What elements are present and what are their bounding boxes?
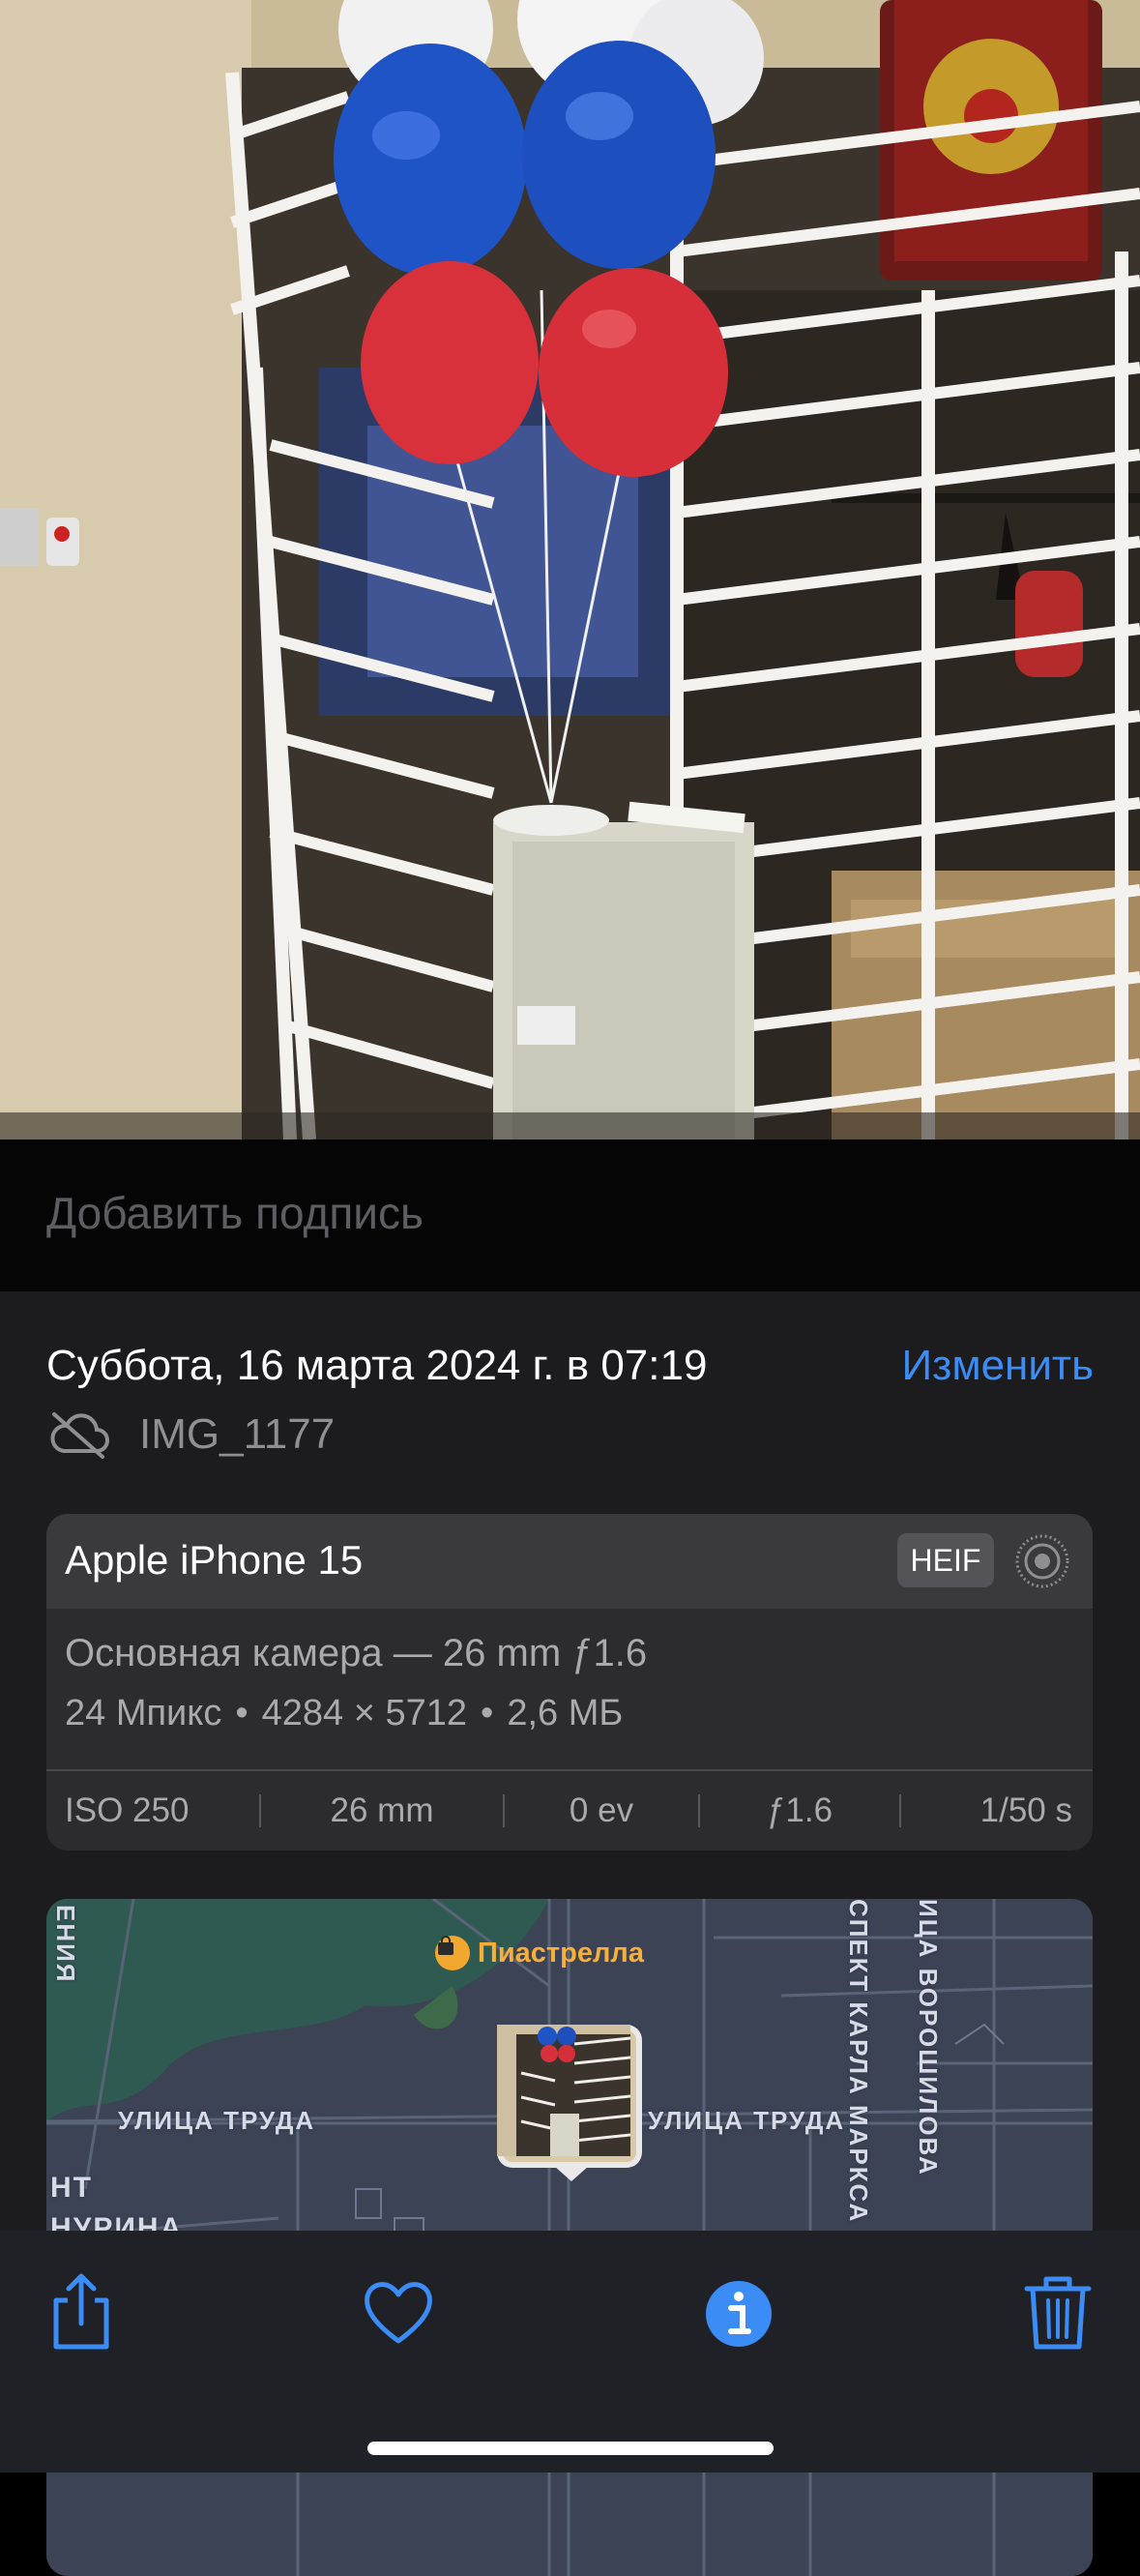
caption-area	[0, 1140, 1140, 1291]
file-name: IMG_1177	[139, 1410, 336, 1458]
map-poi[interactable]: Пиастрелла	[435, 1936, 644, 1970]
street-label: НТ	[50, 2172, 93, 2204]
device-name: Apple iPhone 15	[65, 1537, 364, 1583]
megapixels: 24 Мпикс	[65, 1693, 222, 1733]
pin-pointer	[554, 2166, 589, 2181]
live-photo-icon[interactable]	[1014, 1533, 1070, 1589]
home-indicator[interactable]	[367, 2442, 774, 2455]
separator-dot: •	[235, 1693, 248, 1733]
exif-iso: ISO 250	[65, 1791, 190, 1829]
image-specs: 24 Мпикс • 4284 × 5712 • 2,6 МБ	[65, 1693, 623, 1734]
resolution: 4284 × 5712	[261, 1693, 468, 1733]
camera-card-header: Apple iPhone 15 HEIF	[46, 1514, 1093, 1609]
poi-label: Пиастрелла	[478, 1937, 644, 1969]
photo-image	[0, 0, 1140, 1140]
cloud-off-icon	[50, 1412, 109, 1459]
heart-icon[interactable]	[360, 2271, 437, 2353]
file-size: 2,6 МБ	[507, 1693, 624, 1733]
exif-row: ISO 250 26 mm 0 ev ƒ1.6 1/50 s	[46, 1771, 1093, 1851]
exif-aperture: ƒ1.6	[766, 1791, 833, 1829]
street-label: УЛИЦА ТРУДА	[648, 2106, 846, 2135]
camera-info-card: Apple iPhone 15 HEIF Основная камера — 2…	[46, 1514, 1093, 1851]
exif-focal-length: 26 mm	[330, 1791, 434, 1829]
shopping-bag-icon	[435, 1936, 470, 1970]
street-label: СПЕКТ КАРЛА МАРКСА	[844, 1899, 873, 2224]
separator-dot: •	[481, 1693, 494, 1733]
caption-input[interactable]	[46, 1184, 1091, 1242]
photo-location-pin[interactable]	[497, 2025, 642, 2168]
exif-shutter: 1/50 s	[979, 1791, 1072, 1829]
lens-info: Основная камера — 26 mm ƒ1.6	[65, 1632, 648, 1674]
info-icon[interactable]	[700, 2271, 777, 2353]
photo-view[interactable]	[0, 0, 1140, 1140]
edit-date-button[interactable]: Изменить	[902, 1342, 1094, 1390]
street-label: ИЦА ВОРОШИЛОВА	[914, 1899, 943, 2176]
street-label: ЕНИЯ	[51, 1905, 80, 1984]
photo-thumbnail	[497, 2025, 630, 2156]
bottom-toolbar	[0, 2231, 1140, 2472]
file-info-row: IMG_1177	[46, 1406, 335, 1464]
trash-icon[interactable]	[1019, 2271, 1096, 2353]
street-label: УЛИЦА ТРУДА	[118, 2106, 316, 2135]
share-icon[interactable]	[43, 2271, 120, 2353]
exif-exposure: 0 ev	[569, 1791, 634, 1829]
photo-date: Суббота, 16 марта 2024 г. в 07:19	[46, 1342, 708, 1389]
format-badge: HEIF	[897, 1533, 994, 1587]
